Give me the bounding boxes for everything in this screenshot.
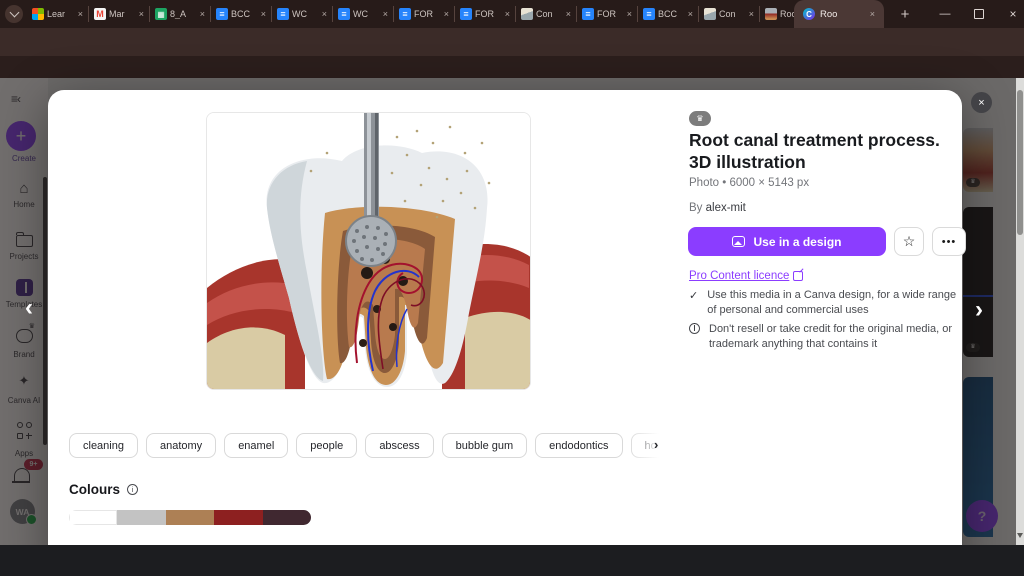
image-icon	[732, 236, 745, 247]
doc-icon: ≡	[216, 8, 228, 20]
tab-close-icon[interactable]: ×	[444, 10, 449, 19]
doc-icon: ≡	[643, 8, 655, 20]
colour-swatch[interactable]	[69, 510, 117, 525]
browser-tabs: Lear× MMar× ▦8_A× ≡BCC× ≡WC× ≡WC× ≡FOR× …	[27, 6, 820, 22]
window-maximize-button[interactable]	[962, 0, 996, 28]
maximize-icon	[974, 9, 984, 19]
browser-tab[interactable]: ≡FOR×	[393, 6, 454, 22]
colour-swatch[interactable]	[166, 510, 214, 525]
photo-meta: Photo • 6000 × 5143 px	[689, 177, 809, 189]
pro-crown-badge: ♛	[689, 111, 711, 126]
tag-bubble-gum[interactable]: bubble gum	[442, 433, 528, 458]
bookmarks-bar: All Bookmarks	[0, 56, 1024, 78]
colour-swatch[interactable]	[214, 510, 262, 525]
author-link[interactable]: alex-mit	[706, 202, 746, 214]
photo-detail-modal: ♛ Root canal treatment process. 3D illus…	[48, 90, 962, 576]
windows-taskbar: 3 86°F Sunny Search A L N S ✆ 21	[0, 545, 1024, 576]
root-canal-illustration	[207, 113, 531, 390]
doc-icon: ≡	[277, 8, 289, 20]
tag-scroll-fade	[628, 433, 669, 460]
browser-tab[interactable]: ≡WC×	[271, 6, 332, 22]
gmail-icon: M	[94, 8, 106, 20]
browser-tab[interactable]: ≡FOR×	[454, 6, 515, 22]
sheets-icon: ▦	[155, 8, 167, 20]
external-link-icon	[793, 271, 803, 281]
tab-close-icon[interactable]: ×	[627, 10, 632, 19]
use-in-design-button[interactable]: Use in a design	[688, 227, 886, 256]
colours-heading: Colours i	[69, 482, 138, 497]
browser-tab[interactable]: Con×	[698, 6, 759, 22]
doc-icon: ≡	[338, 8, 350, 20]
image-icon	[704, 8, 716, 20]
pro-content-licence-link[interactable]: Pro Content licence	[689, 270, 803, 282]
new-tab-button[interactable]: +	[895, 4, 915, 24]
colour-palette	[69, 510, 311, 525]
tag-cleaning[interactable]: cleaning	[69, 433, 138, 458]
browser-tab-strip: Lear× MMar× ▦8_A× ≡BCC× ≡WC× ≡WC× ≡FOR× …	[0, 0, 1024, 28]
window-minimize-button[interactable]: —	[928, 0, 962, 28]
doc-icon: ≡	[582, 8, 594, 20]
info-icon[interactable]: i	[127, 484, 138, 495]
check-icon: ✓	[689, 289, 698, 317]
tab-close-icon[interactable]: ×	[139, 10, 144, 19]
tab-close-icon[interactable]: ×	[383, 10, 388, 19]
window-close-button[interactable]: ×	[996, 0, 1024, 28]
tab-close-icon[interactable]: ×	[566, 10, 571, 19]
browser-tab[interactable]: Lear×	[27, 6, 88, 22]
info-icon: i	[689, 323, 700, 334]
browser-tab[interactable]: ▦8_A×	[149, 6, 210, 22]
microsoft-icon	[32, 8, 44, 20]
licence-point: ✓ Use this media in a Canva design, for …	[689, 288, 967, 317]
next-photo-arrow[interactable]: ›	[975, 298, 983, 322]
tab-close-icon[interactable]: ×	[200, 10, 205, 19]
licence-point: i Don't resell or take credit for the or…	[689, 322, 967, 351]
browser-toolbar: ← → ↻ canva.com/photos/MADMU-afEUk-root-…	[0, 28, 1024, 56]
browser-tab[interactable]: Con×	[515, 6, 576, 22]
browser-tab[interactable]: ≡BCC×	[210, 6, 271, 22]
doc-icon: ≡	[460, 8, 472, 20]
tag-anatomy[interactable]: anatomy	[146, 433, 216, 458]
chevron-down-icon	[9, 8, 19, 18]
browser-tab[interactable]: ≡BCC×	[637, 6, 698, 22]
more-options-button[interactable]: •••	[932, 227, 966, 256]
browser-tab[interactable]: MMar×	[88, 6, 149, 22]
photo-preview[interactable]	[206, 112, 531, 390]
image-icon	[521, 8, 533, 20]
tab-close-icon[interactable]: ×	[688, 10, 693, 19]
doc-icon: ≡	[399, 8, 411, 20]
colour-swatch[interactable]	[117, 510, 165, 525]
canva-icon: C	[803, 8, 815, 20]
favourite-button[interactable]: ☆	[894, 227, 924, 256]
previous-photo-arrow[interactable]: ‹	[25, 296, 33, 320]
photo-icon	[765, 8, 777, 20]
tag-endodontics[interactable]: endodontics	[535, 433, 622, 458]
tab-close-icon[interactable]: ×	[322, 10, 327, 19]
browser-tab[interactable]: ≡WC×	[332, 6, 393, 22]
modal-close-button[interactable]: ×	[971, 92, 992, 113]
tab-close-icon[interactable]: ×	[78, 10, 83, 19]
tag-list: cleaning anatomy enamel people abscess b…	[69, 433, 669, 460]
tags-scroll-right-icon[interactable]: ›	[654, 437, 658, 452]
photo-title: Root canal treatment process. 3D illustr…	[689, 130, 961, 173]
screen: Lear× MMar× ▦8_A× ≡BCC× ≡WC× ≡WC× ≡FOR× …	[0, 0, 1024, 576]
tag-abscess[interactable]: abscess	[365, 433, 433, 458]
tab-search-button[interactable]	[5, 5, 23, 23]
tab-close-icon[interactable]: ×	[505, 10, 510, 19]
tag-enamel[interactable]: enamel	[224, 433, 288, 458]
colour-swatch[interactable]	[263, 510, 311, 525]
browser-tab[interactable]: ≡FOR×	[576, 6, 637, 22]
tab-close-icon[interactable]: ×	[261, 10, 266, 19]
page-scrollbar-thumb[interactable]	[1017, 90, 1023, 235]
tab-close-icon[interactable]: ×	[749, 10, 754, 19]
photo-author: By alex-mit	[689, 202, 746, 214]
tag-people[interactable]: people	[296, 433, 357, 458]
tab-close-icon[interactable]: ×	[870, 10, 875, 19]
browser-tab-active[interactable]: C Roo ×	[794, 0, 884, 28]
scrollbar-down-arrow[interactable]	[1017, 533, 1023, 538]
